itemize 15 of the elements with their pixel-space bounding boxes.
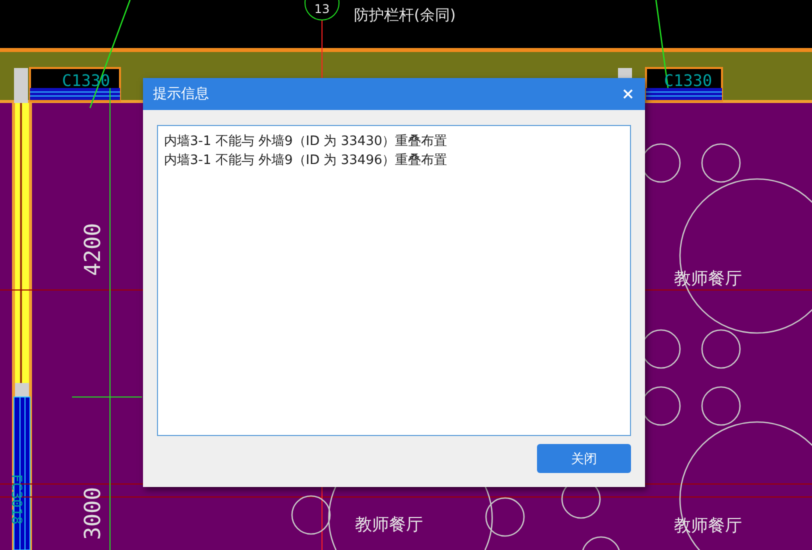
grid-marker-label: 13 (314, 2, 330, 16)
note-label: 防护栏杆(余同) (354, 6, 456, 24)
message-line: 内墙3-1 不能与 外墙9（ID 为 33496）重叠布置 (164, 152, 448, 170)
dialog-title: 提示信息 (153, 85, 209, 103)
close-icon (623, 89, 633, 99)
chair-circle (485, 497, 525, 537)
message-box[interactable]: 内墙3-1 不能与 外墙9（ID 为 33430）重叠布置 内墙3-1 不能与 外墙9（ID 为 33496）重叠布置 (157, 125, 631, 436)
door-tag: FC3018 (8, 474, 24, 525)
room-label: 教师餐厅 (355, 515, 423, 535)
close-dialog-button[interactable]: 关闭 (537, 444, 631, 473)
message-line: 内墙3-1 不能与 外墙9（ID 为 33430）重叠布置 (164, 133, 448, 151)
chair-circle (291, 495, 331, 535)
close-button[interactable] (621, 87, 635, 101)
dimension-label: 4200 (81, 223, 106, 276)
dimension-label: 3000 (81, 487, 106, 540)
